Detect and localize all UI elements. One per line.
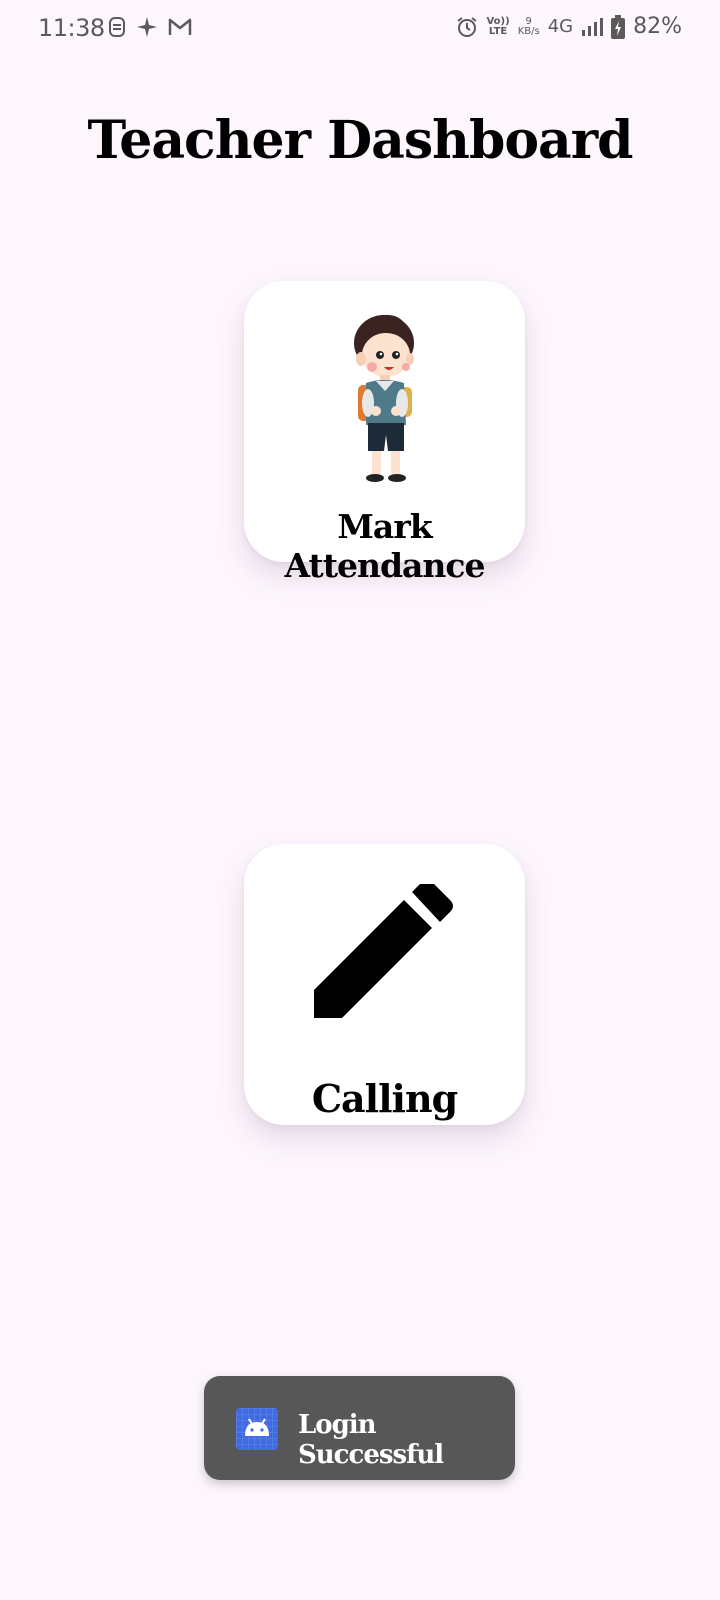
status-right-icons: Vo)) LTE 9 KB/s 4G 82% — [456, 14, 682, 39]
toast-message: Login Successful — [298, 1410, 444, 1470]
battery-icon — [611, 14, 626, 39]
status-left-icons — [108, 16, 192, 38]
network-type: 4G — [547, 16, 574, 37]
status-bar: 11:38 Vo)) LTE 9 KB/s 4G 82% — [0, 0, 720, 60]
status-time: 11:38 — [38, 14, 105, 42]
calling-button[interactable]: Calling — [244, 844, 525, 1125]
battery-percent: 82% — [633, 14, 682, 39]
login-toast: Login Successful — [204, 1376, 515, 1480]
android-icon — [236, 1408, 278, 1450]
gmail-icon — [168, 17, 192, 37]
data-speed-value: 9 — [525, 15, 532, 27]
data-speed-icon: 9 KB/s — [517, 15, 540, 37]
sim-icon — [108, 16, 126, 38]
volte-top-text: Vo)) — [486, 15, 510, 27]
page-title: Teacher Dashboard — [87, 110, 634, 171]
alarm-icon — [456, 16, 478, 38]
volte-icon: Vo)) LTE — [486, 15, 510, 37]
sparkle-icon — [136, 16, 158, 38]
volte-bottom-text: LTE — [488, 25, 508, 37]
mark-attendance-button[interactable]: Mark Attendance — [244, 281, 525, 585]
mark-attendance-label: Mark Attendance — [284, 507, 485, 585]
pencil-icon — [312, 880, 456, 1032]
student-illustration — [344, 305, 424, 489]
signal-icon — [581, 17, 604, 37]
data-speed-unit: KB/s — [517, 25, 540, 37]
calling-label: Calling — [311, 1076, 458, 1121]
